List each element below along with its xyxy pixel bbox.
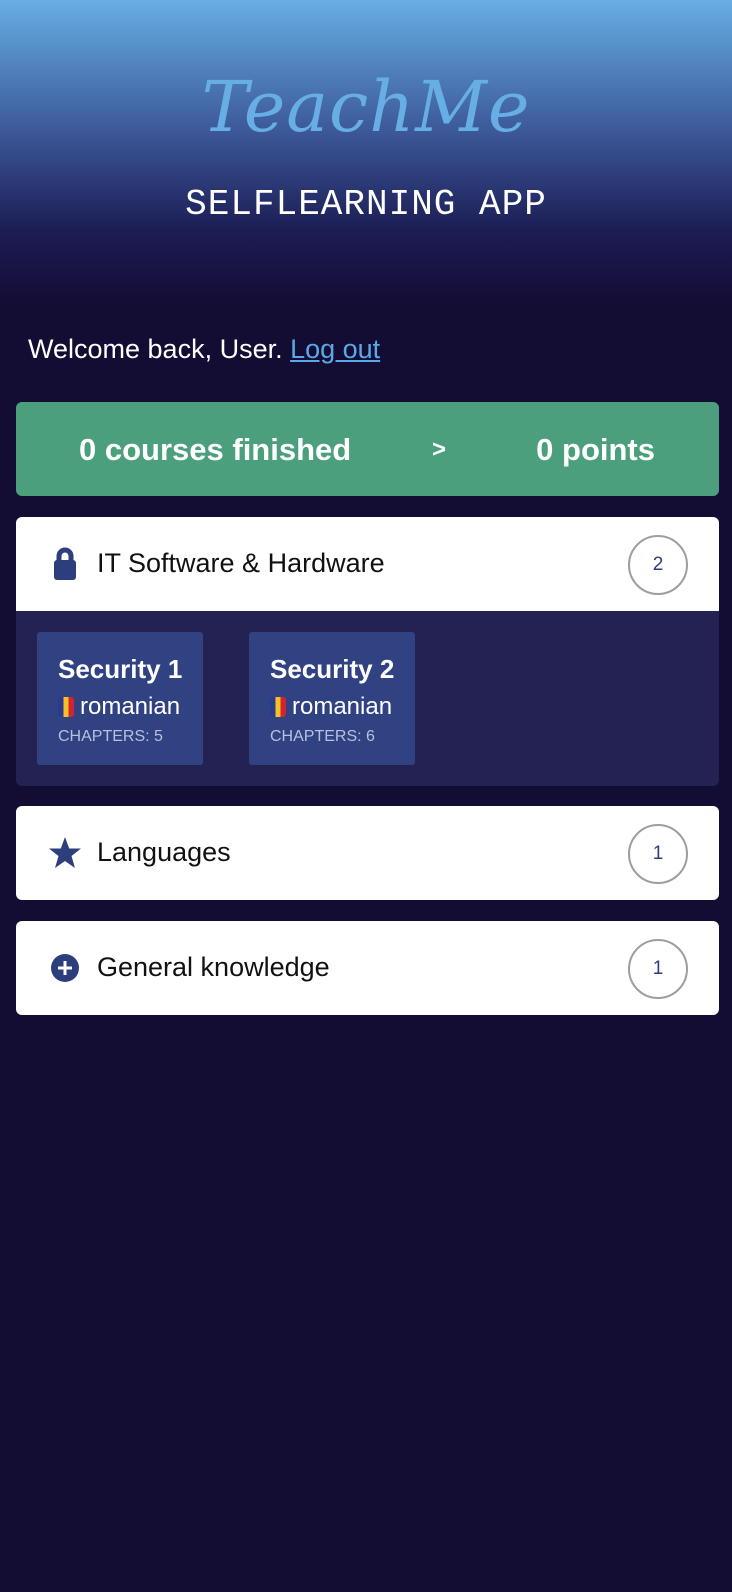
courses-finished: 0 courses finished: [79, 432, 352, 467]
chevron-right-icon: >: [432, 436, 447, 463]
progress-summary-button[interactable]: 0 courses finished > 0 points: [16, 402, 719, 496]
category-count-badge: 1: [628, 939, 688, 999]
star-icon: [49, 837, 81, 868]
app-subtitle: SELFLEARNING APP: [185, 184, 547, 225]
course-card-security-2[interactable]: Security 2 romanian CHAPTERS: 6: [249, 632, 415, 765]
course-language-label: romanian: [80, 693, 181, 720]
category-it-software-hardware[interactable]: IT Software & Hardware 2: [16, 517, 719, 611]
plus-circle-icon: [51, 954, 79, 982]
course-card-security-1[interactable]: Security 1 romanian CHAPTERS: 5: [37, 632, 203, 765]
logout-link[interactable]: Log out: [290, 334, 380, 364]
romanian-flag-icon: [270, 697, 286, 717]
category-courses-panel: Security 1 romanian CHAPTERS: 5 Security…: [16, 611, 719, 786]
lock-icon: [54, 547, 76, 580]
course-chapters: CHAPTERS: 6: [270, 728, 375, 745]
welcome-message: Welcome back, User. Log out: [28, 334, 380, 365]
app-header: TeachMe SELFLEARNING APP: [0, 0, 732, 306]
course-chapters: CHAPTERS: 5: [58, 728, 163, 745]
course-language: romanian: [270, 693, 392, 721]
course-language: romanian: [58, 693, 180, 721]
course-language-label: romanian: [292, 693, 393, 720]
category-count-badge: 1: [628, 824, 688, 884]
app-logo: TeachMe: [201, 66, 531, 148]
category-count-badge: 2: [628, 535, 688, 595]
category-languages[interactable]: Languages 1: [16, 806, 719, 900]
category-label: IT Software & Hardware: [97, 548, 385, 578]
category-label: Languages: [97, 837, 231, 867]
romanian-flag-icon: [58, 697, 74, 717]
category-general-knowledge[interactable]: General knowledge 1: [16, 921, 719, 1015]
course-title: Security 1: [58, 654, 183, 684]
points-total: 0 points: [536, 432, 655, 467]
category-label: General knowledge: [97, 952, 330, 982]
course-title: Security 2: [270, 654, 395, 684]
welcome-text: Welcome back, User.: [28, 334, 291, 364]
